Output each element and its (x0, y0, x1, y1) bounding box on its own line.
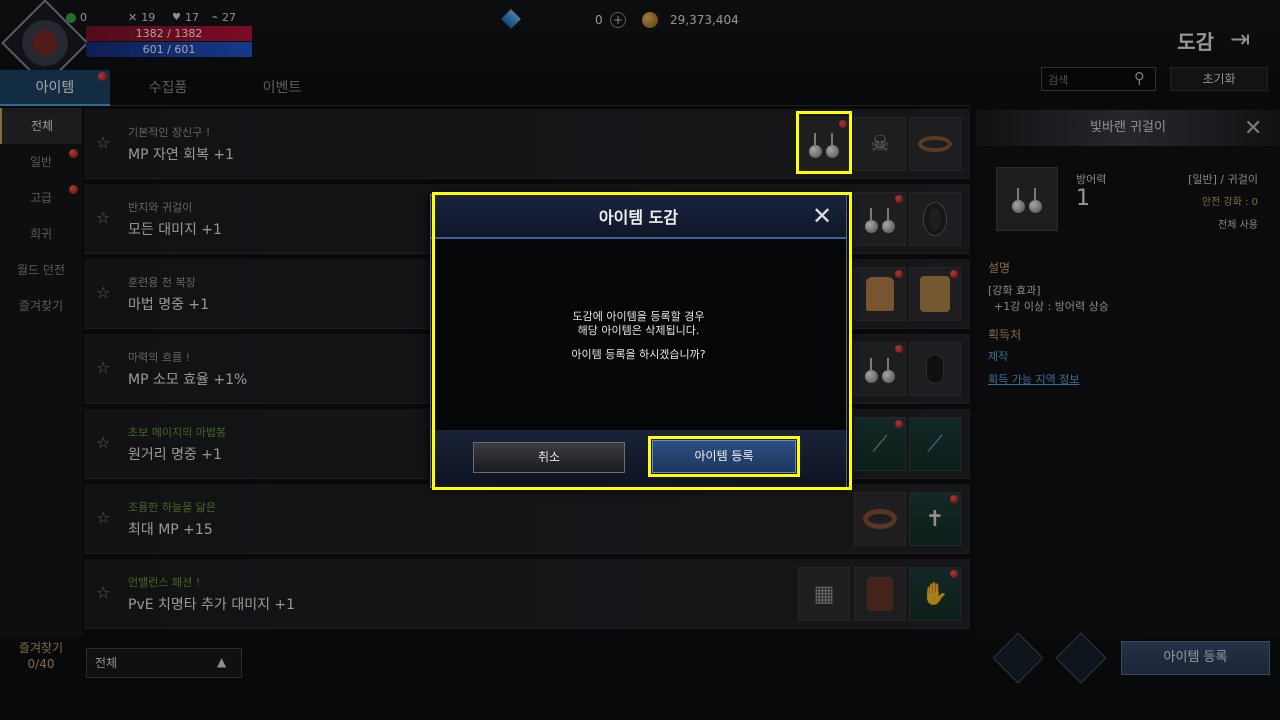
cancel-button[interactable]: 취소 (473, 442, 625, 473)
dialog-message: 도감에 아이템을 등록할 경우 해당 아이템은 삭제됩니다. 아이템 등록을 하… (571, 310, 706, 361)
confirm-register-button[interactable]: 아이템 등록 (652, 440, 796, 473)
dialog-title: 아이템 도감 (598, 208, 679, 227)
close-icon[interactable]: ✕ (812, 202, 832, 230)
